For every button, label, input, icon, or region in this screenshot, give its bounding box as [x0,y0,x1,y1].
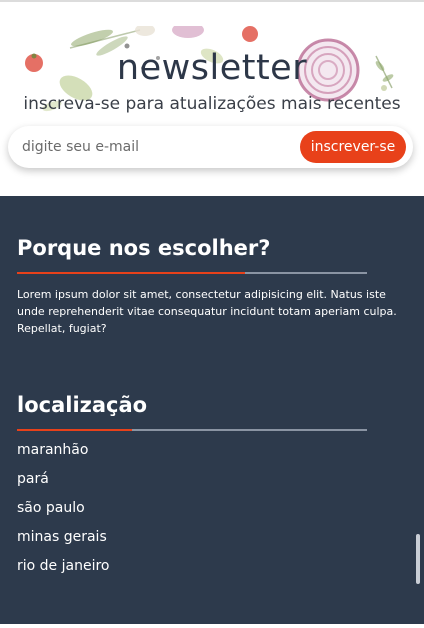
subscribe-button[interactable]: inscrever-se [300,131,406,163]
location-link-maranhao[interactable]: maranhão [17,436,109,465]
newsletter-title: newsletter [116,48,308,88]
newsletter-subtitle: inscreva-se para atualizações mais recen… [23,94,401,114]
email-input[interactable] [22,126,282,168]
newsletter-section: newsletter inscreva-se para atualizações… [0,26,424,196]
heading-underline-accent [17,272,245,274]
top-bar [0,0,424,26]
why-choose-us-heading: Porque nos escolher? [17,236,271,260]
heading-underline [17,272,367,274]
location-heading: localização [17,393,148,417]
scrollbar-thumb[interactable] [416,534,420,584]
location-link-sao-paulo[interactable]: são paulo [17,494,109,523]
why-choose-us-text: Lorem ipsum dolor sit amet, consectetur … [17,288,397,335]
bottom-strip [0,624,424,628]
location-list: maranhão pará são paulo minas gerais rio… [17,436,109,581]
heading-underline-accent [17,429,132,431]
footer: Porque nos escolher? Lorem ipsum dolor s… [0,196,424,628]
heading-underline [17,429,367,431]
newsletter-form: inscrever-se [8,126,413,168]
location-link-rio-de-janeiro[interactable]: rio de janeiro [17,552,109,581]
location-link-minas-gerais[interactable]: minas gerais [17,523,109,552]
location-link-para[interactable]: pará [17,465,109,494]
